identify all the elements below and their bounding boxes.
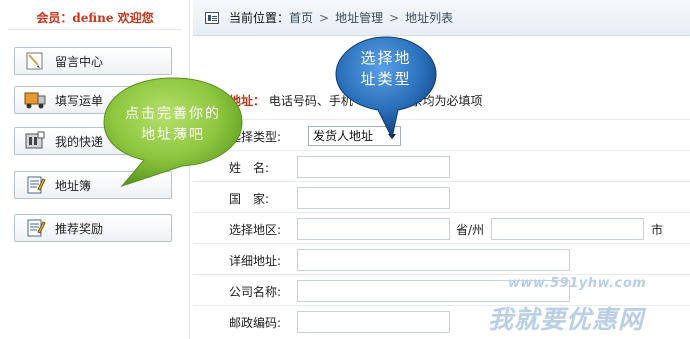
address-input[interactable] <box>297 249 570 271</box>
tooltip-line: 点击完善你的 <box>125 106 221 122</box>
province-input[interactable] <box>491 218 644 240</box>
province-label: 省/州 <box>456 223 485 237</box>
member-name: define <box>72 11 114 25</box>
breadcrumb-home[interactable]: 首页 <box>289 9 313 26</box>
sidebar-item-referral-reward[interactable]: 推荐奖励 <box>14 214 172 242</box>
watermark-url: www.591yhw.com <box>508 276 647 291</box>
sidebar-item-label: 填写运单 <box>55 93 104 108</box>
sidebar-item-label: 地址簿 <box>55 178 92 193</box>
address-label: 详细地址: <box>229 254 282 268</box>
sidebar-item-message-center[interactable]: 留言中心 <box>14 47 172 75</box>
form-row-region: 选择地区: 省/州 市 <box>193 212 690 243</box>
zip-label: 邮政编码: <box>229 316 282 330</box>
member-prefix: 会员： <box>36 11 73 25</box>
tooltip-line: 址类型 <box>360 70 412 88</box>
sidebar-item-label: 我的快递 <box>55 134 104 149</box>
company-label: 公司名称: <box>229 285 282 299</box>
sidebar-item-label: 推荐奖励 <box>55 221 104 236</box>
country-label: 国 家: <box>229 192 270 206</box>
breadcrumb-separator: > <box>389 10 400 25</box>
member-welcome: 欢迎您 <box>113 11 154 25</box>
divider <box>8 29 182 30</box>
form-row-address: 详细地址: <box>193 243 690 274</box>
country-input[interactable] <box>297 187 450 209</box>
address-book-icon <box>21 174 49 196</box>
location-label: 当前位置： <box>229 11 290 25</box>
location-icon <box>205 11 219 24</box>
sidebar-item-label: 留言中心 <box>55 54 104 69</box>
member-greeting: 会员：define 欢迎您 <box>0 9 190 26</box>
breadcrumb-address-management[interactable]: 地址管理 <box>335 9 383 26</box>
tooltip-line: 地址薄吧 <box>141 127 205 143</box>
region-label: 选择地区: <box>229 223 282 237</box>
form-row-type: 选择类型: 发货人地址 <box>193 119 690 150</box>
city-label: 市 <box>651 223 664 237</box>
message-note-icon <box>21 50 49 72</box>
location-bar: 当前位置： 首页 > 地址管理 > 地址列表 <box>193 0 690 36</box>
address-form-panel: 地址： 电话号码、手机 其余均为必填项 选择类型: 发货人地址 姓 名: 国 家… <box>193 37 690 339</box>
breadcrumb-separator: > <box>319 10 330 25</box>
breadcrumb-address-list: 地址列表 <box>405 11 454 25</box>
name-input[interactable] <box>297 156 450 178</box>
watermark-text: 我就要优惠网 <box>488 305 645 334</box>
tooltip-line: 选择地 <box>360 49 412 67</box>
form-row-name: 姓 名: <box>193 150 690 181</box>
address-book-tooltip: 点击完善你的 地址薄吧 <box>100 74 246 188</box>
zip-input[interactable] <box>297 311 450 333</box>
reward-icon <box>21 217 49 239</box>
parcel-icon <box>21 130 49 152</box>
form-row-country: 国 家: <box>193 181 690 212</box>
truck-icon <box>21 89 49 111</box>
address-type-tooltip: 选择地 址类型 <box>332 34 440 142</box>
region-input[interactable] <box>297 218 450 240</box>
